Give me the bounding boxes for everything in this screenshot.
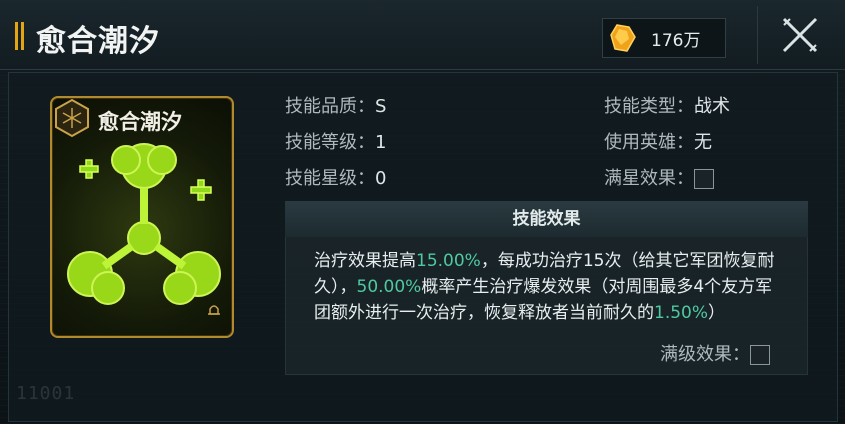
effect-value-3: 1.50% <box>654 303 709 323</box>
watermark: 11001 <box>16 383 76 404</box>
effect-text-4: ） <box>708 303 726 323</box>
skill-level-row: 技能等级：1 <box>285 128 386 154</box>
maxlevel-checkbox[interactable] <box>750 345 770 365</box>
effect-description[interactable]: 治疗效果提高15.00%，每成功治疗15次（给其它军团恢复耐久），50.00%概… <box>314 248 784 332</box>
skill-quality-label: 技能品质： <box>285 96 375 117</box>
crystal-icon <box>603 18 643 58</box>
skill-star-row: 技能星级：0 <box>285 164 386 190</box>
bell-icon <box>206 302 222 322</box>
skill-star-value: 0 <box>375 168 387 189</box>
skill-type-value: 战术 <box>694 96 730 117</box>
hex-emblem-icon <box>52 98 92 138</box>
hero-row: 使用英雄：无 <box>604 128 712 154</box>
title-accent-bars <box>15 22 25 50</box>
effect-heading: 技能效果 <box>285 201 808 237</box>
close-button[interactable] <box>757 6 841 64</box>
fullstar-label: 满星效果： <box>604 168 694 189</box>
header-bar: 愈合潮汐 176万 <box>0 0 845 70</box>
skill-star-label: 技能星级： <box>285 168 375 189</box>
hero-value: 无 <box>694 132 712 153</box>
close-icon <box>782 17 817 53</box>
skill-type-label: 技能类型： <box>604 96 694 117</box>
skill-level-label: 技能等级： <box>285 132 375 153</box>
hero-label: 使用英雄： <box>604 132 694 153</box>
page-title: 愈合潮汐 <box>36 24 160 59</box>
fullstar-row: 满星效果： <box>604 164 714 190</box>
skill-level-value: 1 <box>375 132 387 153</box>
currency-value: 176万 <box>651 30 701 51</box>
skill-quality-row: 技能品质：S <box>285 92 386 118</box>
skill-type-row: 技能类型：战术 <box>604 92 730 118</box>
effect-value-2: 50.00% <box>356 277 422 297</box>
effect-value-1: 15.00% <box>416 251 481 271</box>
effect-text-1: 治疗效果提高 <box>314 251 416 271</box>
maxlevel-row: 满级效果： <box>660 340 770 366</box>
maxlevel-label: 满级效果： <box>660 344 750 365</box>
currency-display: 176万 <box>602 18 726 58</box>
fullstar-checkbox[interactable] <box>694 169 714 189</box>
skill-quality-value: S <box>375 96 387 117</box>
card-title: 愈合潮汐 <box>98 109 182 134</box>
